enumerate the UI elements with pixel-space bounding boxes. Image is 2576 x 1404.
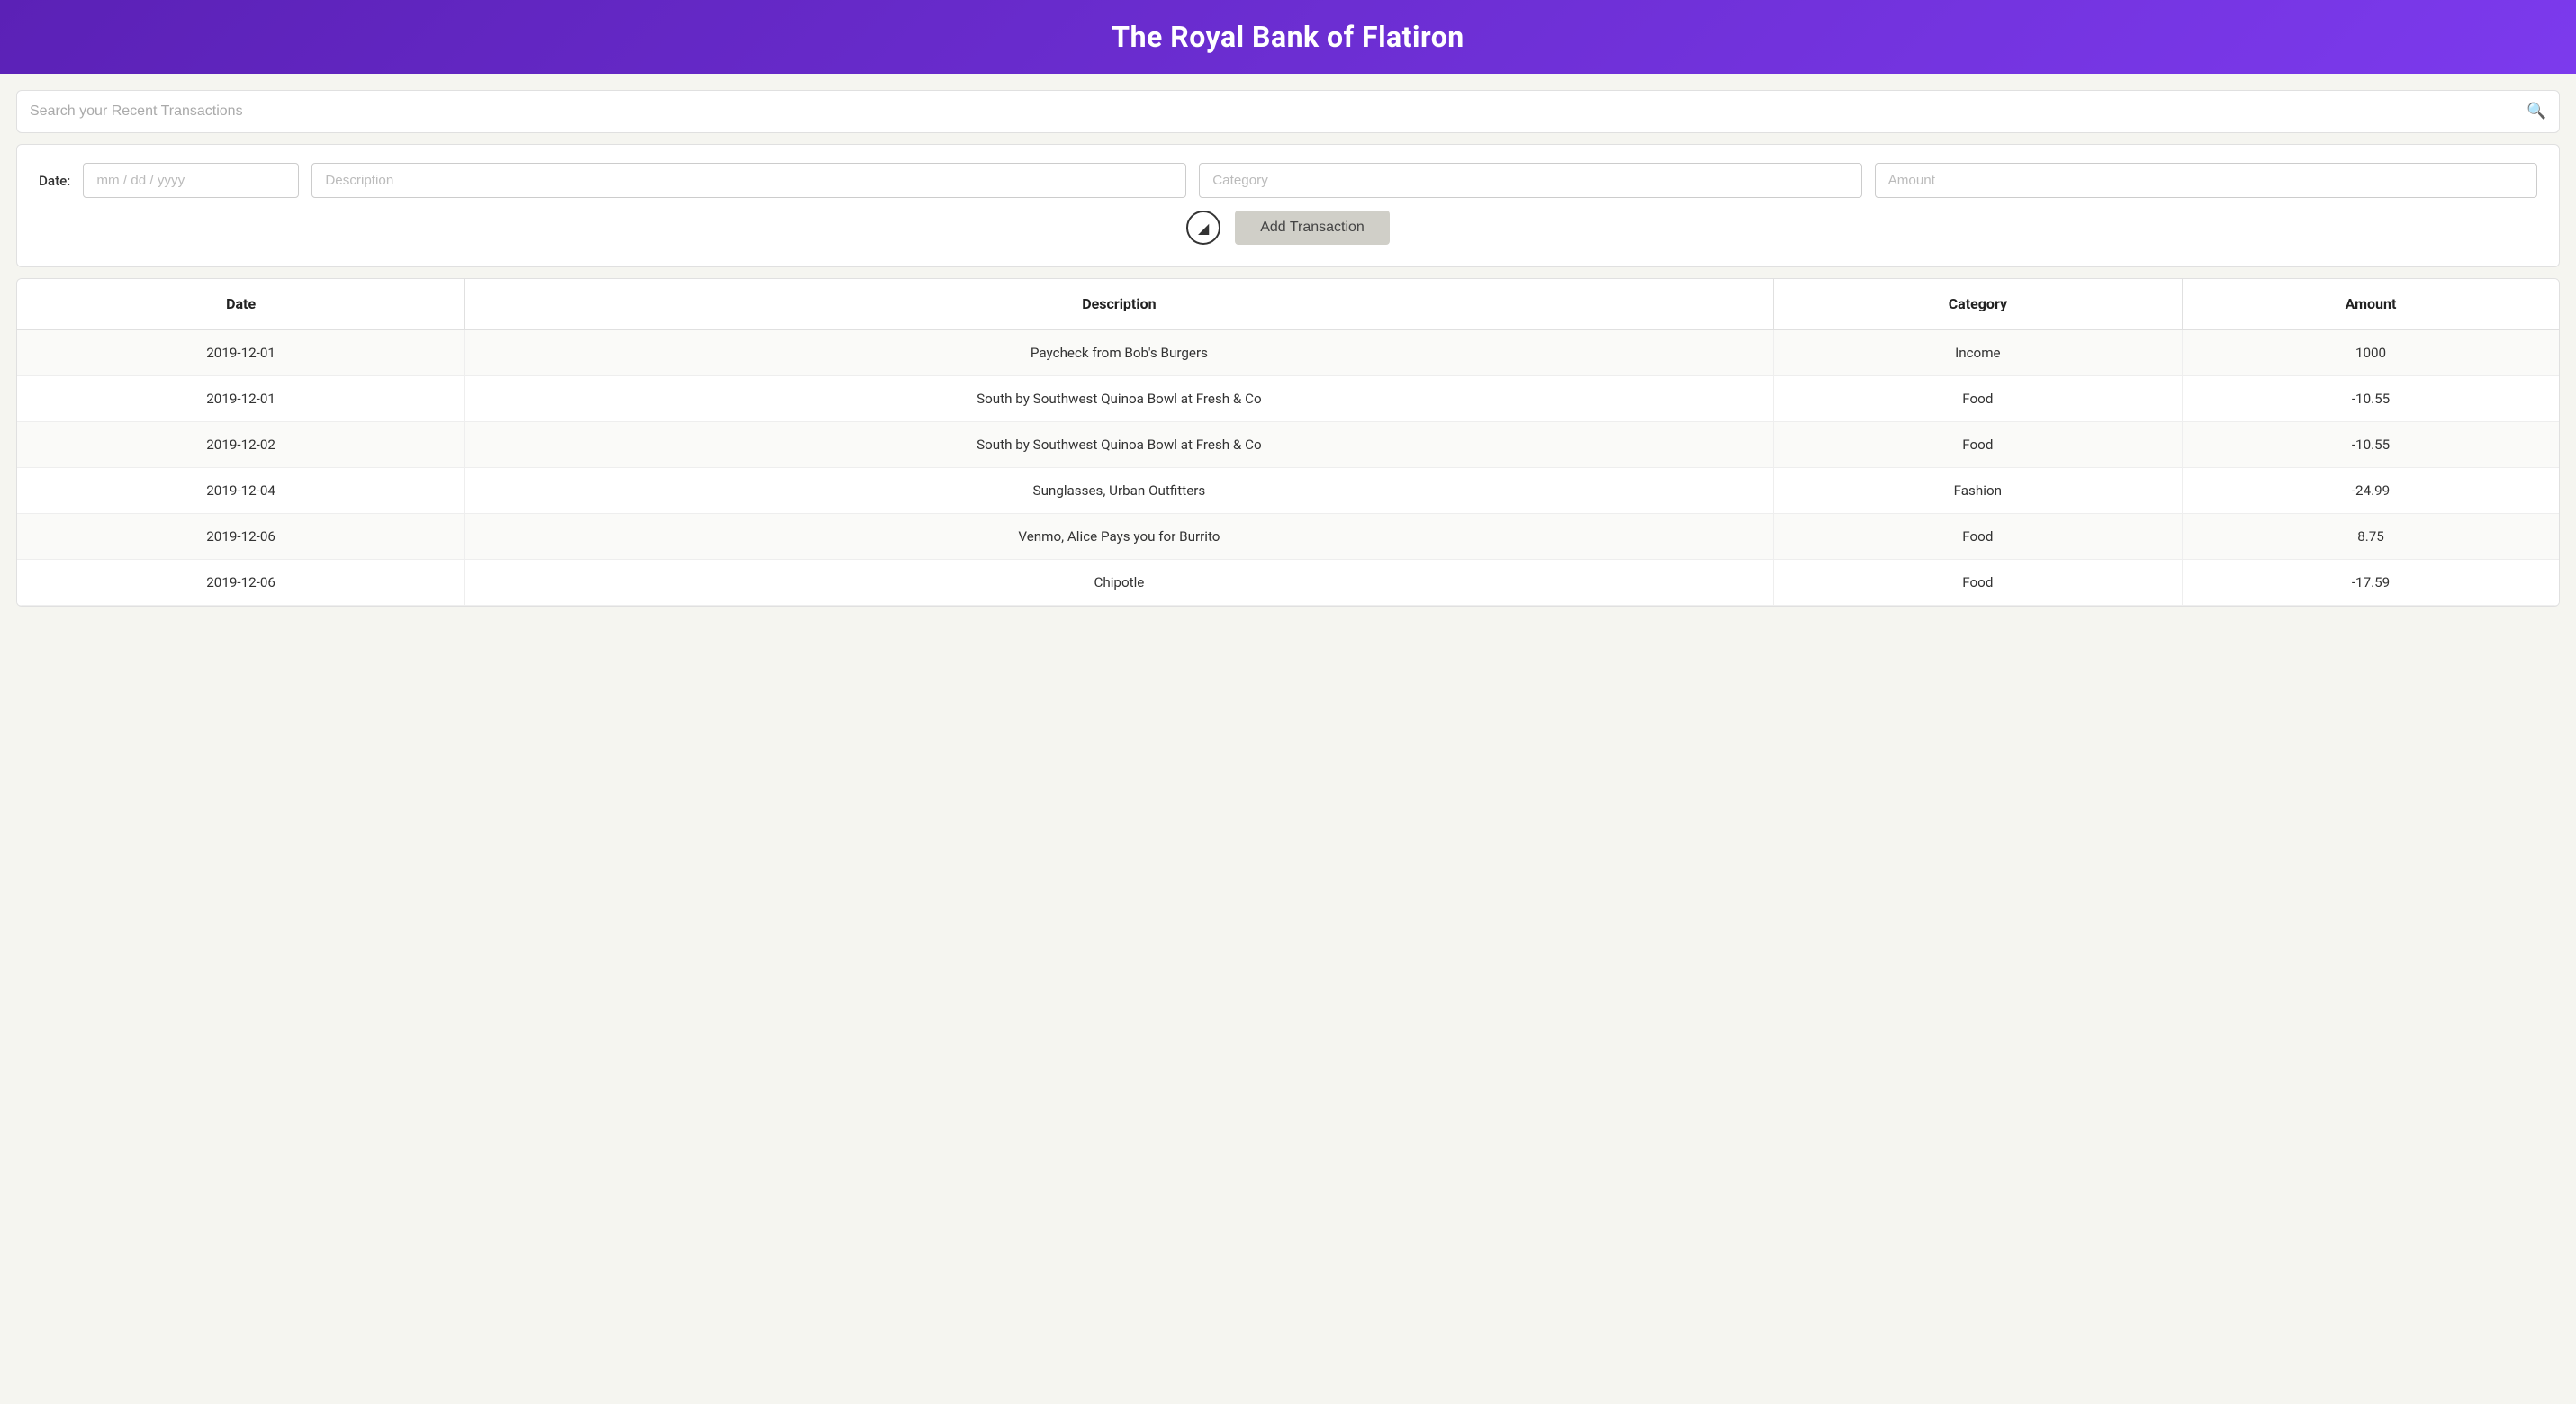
col-header-description: Description — [465, 279, 1773, 329]
form-fields-row: Date: — [39, 163, 2537, 198]
cell-amount: 8.75 — [2183, 514, 2559, 560]
cell-description: Paycheck from Bob's Burgers — [465, 329, 1773, 376]
table-row: 2019-12-06Venmo, Alice Pays you for Burr… — [17, 514, 2559, 560]
search-icon: 🔍 — [2526, 103, 2546, 121]
category-field[interactable] — [1199, 163, 1861, 198]
cell-description: South by Southwest Quinoa Bowl at Fresh … — [465, 376, 1773, 422]
transactions-body: 2019-12-01Paycheck from Bob's BurgersInc… — [17, 329, 2559, 606]
description-field[interactable] — [311, 163, 1186, 198]
table-row: 2019-12-02South by Southwest Quinoa Bowl… — [17, 422, 2559, 468]
cell-amount: -10.55 — [2183, 376, 2559, 422]
app-header: The Royal Bank of Flatiron — [0, 0, 2576, 74]
table-row: 2019-12-01Paycheck from Bob's BurgersInc… — [17, 329, 2559, 376]
cell-date: 2019-12-01 — [17, 376, 465, 422]
cell-date: 2019-12-01 — [17, 329, 465, 376]
cell-category: Food — [1773, 560, 2182, 606]
table-row: 2019-12-01South by Southwest Quinoa Bowl… — [17, 376, 2559, 422]
cell-category: Income — [1773, 329, 2182, 376]
search-input[interactable] — [30, 91, 2526, 132]
cell-amount: -10.55 — [2183, 422, 2559, 468]
cell-description: South by Southwest Quinoa Bowl at Fresh … — [465, 422, 1773, 468]
col-header-category: Category — [1773, 279, 2182, 329]
add-transaction-button[interactable]: Add Transaction — [1235, 211, 1390, 245]
table-row: 2019-12-04Sunglasses, Urban OutfittersFa… — [17, 468, 2559, 514]
date-field[interactable] — [83, 163, 299, 198]
cell-date: 2019-12-06 — [17, 514, 465, 560]
cell-amount: -24.99 — [2183, 468, 2559, 514]
cell-amount: 1000 — [2183, 329, 2559, 376]
form-actions-row: ◢ Add Transaction — [39, 211, 2537, 245]
cell-category: Food — [1773, 514, 2182, 560]
cell-description: Venmo, Alice Pays you for Burrito — [465, 514, 1773, 560]
table-row: 2019-12-06ChipotleFood-17.59 — [17, 560, 2559, 606]
cell-category: Food — [1773, 376, 2182, 422]
cell-amount: -17.59 — [2183, 560, 2559, 606]
cursor-indicator: ◢ — [1186, 211, 1220, 245]
transactions-table: Date Description Category Amount 2019-12… — [17, 279, 2559, 606]
add-transaction-form: Date: ◢ Add Transaction — [16, 144, 2560, 267]
table-header: Date Description Category Amount — [17, 279, 2559, 329]
amount-field[interactable] — [1875, 163, 2537, 198]
date-label: Date: — [39, 173, 70, 189]
search-bar: 🔍 — [16, 90, 2560, 133]
cell-category: Fashion — [1773, 468, 2182, 514]
cell-date: 2019-12-04 — [17, 468, 465, 514]
cell-description: Chipotle — [465, 560, 1773, 606]
cell-category: Food — [1773, 422, 2182, 468]
app-title: The Royal Bank of Flatiron — [0, 20, 2576, 54]
col-header-date: Date — [17, 279, 465, 329]
cell-date: 2019-12-02 — [17, 422, 465, 468]
cell-description: Sunglasses, Urban Outfitters — [465, 468, 1773, 514]
col-header-amount: Amount — [2183, 279, 2559, 329]
transactions-table-container: Date Description Category Amount 2019-12… — [16, 278, 2560, 607]
cell-date: 2019-12-06 — [17, 560, 465, 606]
